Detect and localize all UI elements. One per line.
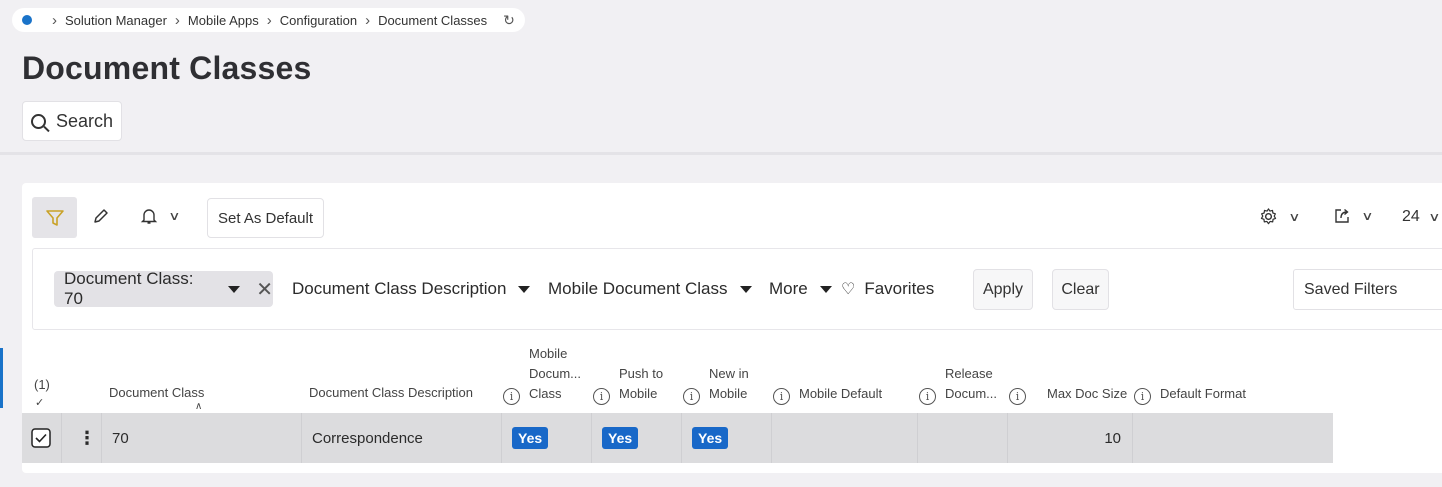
column-header-mobile-default[interactable]: Mobile Default: [799, 384, 882, 404]
column-header-new-line2[interactable]: Mobile: [709, 384, 747, 404]
column-header-mobile-doc-class-line2[interactable]: Docum...: [529, 364, 581, 384]
select-all-check-icon[interactable]: ✓: [35, 393, 44, 413]
heart-icon: ♡: [841, 281, 856, 298]
search-button[interactable]: Search: [22, 101, 122, 141]
chevron-down-icon: ∨: [168, 209, 181, 223]
chevron-right-icon: [267, 12, 272, 29]
info-icon[interactable]: i: [683, 388, 700, 405]
clear-button[interactable]: Clear: [1052, 269, 1109, 310]
close-icon[interactable]: ✕: [256, 277, 273, 302]
table-header: (1) ✓ Document Class ∧ Document Class De…: [22, 333, 1442, 413]
cell-release: [918, 413, 1008, 463]
breadcrumb: Solution Manager Mobile Apps Configurati…: [12, 8, 525, 32]
column-header-default-format[interactable]: Default Format: [1160, 384, 1246, 404]
header-divider: [0, 152, 1442, 155]
refresh-icon[interactable]: ↻: [503, 12, 515, 29]
pencil-icon: [94, 209, 108, 223]
cell-mobile-doc-class: Yes: [502, 413, 592, 463]
column-header-description[interactable]: Document Class Description: [309, 383, 473, 403]
column-header-push-line2[interactable]: Mobile: [619, 384, 657, 404]
info-icon[interactable]: i: [919, 388, 936, 405]
cell-document-class: 70: [102, 413, 302, 463]
breadcrumb-item-mobile-apps[interactable]: Mobile Apps: [188, 13, 259, 28]
caret-down-icon[interactable]: [228, 285, 241, 293]
yes-badge: Yes: [692, 427, 729, 449]
caret-down-icon: [739, 285, 752, 293]
edit-button[interactable]: [92, 207, 110, 225]
column-header-release-line1[interactable]: Release: [945, 364, 993, 384]
yes-badge: Yes: [512, 427, 549, 449]
column-header-release-line2[interactable]: Docum...: [945, 384, 997, 404]
cell-push-to-mobile: Yes: [592, 413, 682, 463]
filter-favorites[interactable]: ♡ Favorites: [841, 279, 934, 299]
more-vertical-icon: ⋮: [78, 427, 96, 448]
cell-mobile-default: [772, 413, 918, 463]
export-icon: [1335, 208, 1349, 223]
info-icon[interactable]: i: [593, 388, 610, 405]
filter-favorites-label: Favorites: [864, 279, 935, 298]
cell-default-format: [1133, 413, 1333, 463]
page-title: Document Classes: [22, 50, 312, 86]
toolbar: ∨ Set As Default ∨ ∨ 24 ∨: [22, 183, 1442, 247]
cell-max-doc-size: 10: [1008, 413, 1133, 463]
bell-icon: [140, 209, 158, 224]
info-icon[interactable]: i: [773, 388, 790, 405]
info-icon[interactable]: i: [1134, 388, 1151, 405]
column-header-mobile-doc-class-line1[interactable]: Mobile: [529, 344, 567, 364]
page-size-select[interactable]: 24 ∨: [1402, 208, 1441, 226]
filter-icon: [45, 209, 64, 226]
cell-new-in-mobile: Yes: [682, 413, 772, 463]
left-edge-indicator: [0, 348, 3, 408]
main-panel: ∨ Set As Default ∨ ∨ 24 ∨ Document Class…: [22, 183, 1442, 473]
filter-more[interactable]: More: [769, 279, 832, 299]
filter-mobile-class-label: Mobile Document Class: [548, 279, 728, 298]
breadcrumb-item-solution-manager[interactable]: Solution Manager: [65, 13, 167, 28]
apply-button[interactable]: Apply: [973, 269, 1033, 310]
info-icon[interactable]: i: [503, 388, 520, 405]
breadcrumb-item-configuration[interactable]: Configuration: [280, 13, 357, 28]
filter-chip-document-class[interactable]: Document Class: 70 ✕: [54, 269, 273, 308]
saved-filters-select[interactable]: Saved Filters: [1293, 269, 1442, 310]
table-row[interactable]: ⋮ 70 Correspondence Yes Yes Yes 10: [22, 413, 1333, 463]
cell-description: Correspondence: [302, 413, 502, 463]
chevron-right-icon: [52, 12, 57, 29]
filter-toggle-button[interactable]: [32, 197, 77, 238]
filter-chip-label: Document Class: 70: [64, 269, 194, 308]
page-size-value: 24: [1402, 208, 1420, 225]
export-button[interactable]: ∨: [1333, 207, 1374, 225]
row-checkbox[interactable]: [22, 413, 62, 463]
filter-mobile-document-class[interactable]: Mobile Document Class: [548, 279, 752, 299]
filter-more-label: More: [769, 279, 808, 298]
set-as-default-button[interactable]: Set As Default: [207, 198, 324, 238]
chevron-right-icon: [365, 12, 370, 29]
selection-count: (1): [34, 377, 50, 392]
search-button-label: Search: [55, 110, 114, 131]
filter-description-label: Document Class Description: [292, 279, 507, 298]
checkbox-checked-icon: [31, 428, 51, 448]
filter-bar: Document Class: 70 ✕ Document Class Desc…: [32, 248, 1442, 330]
column-header-mobile-doc-class-line3[interactable]: Class: [529, 384, 562, 404]
column-header-push-line1[interactable]: Push to: [619, 364, 663, 384]
row-actions-menu[interactable]: ⋮: [62, 413, 102, 463]
notifications-button[interactable]: ∨: [140, 207, 181, 225]
chevron-down-icon: ∨: [1361, 209, 1374, 223]
yes-badge: Yes: [602, 427, 639, 449]
home-dot-icon[interactable]: [22, 15, 32, 25]
chevron-down-icon: ∨: [1428, 210, 1441, 224]
search-icon: [30, 113, 46, 129]
chevron-down-icon: ∨: [1288, 209, 1301, 224]
settings-button[interactable]: ∨: [1259, 207, 1301, 226]
breadcrumb-item-document-classes: Document Classes: [378, 12, 488, 28]
caret-down-icon: [518, 285, 531, 293]
column-header-new-line1[interactable]: New in: [709, 364, 749, 384]
column-header-max-doc-size[interactable]: Max Doc Size: [1047, 384, 1127, 404]
info-icon[interactable]: i: [1009, 388, 1026, 405]
column-header-document-class[interactable]: Document Class: [109, 383, 204, 403]
caret-down-icon: [819, 285, 832, 293]
chevron-right-icon: [175, 12, 180, 29]
gear-icon: [1260, 208, 1277, 225]
filter-document-class-description[interactable]: Document Class Description: [292, 279, 531, 299]
